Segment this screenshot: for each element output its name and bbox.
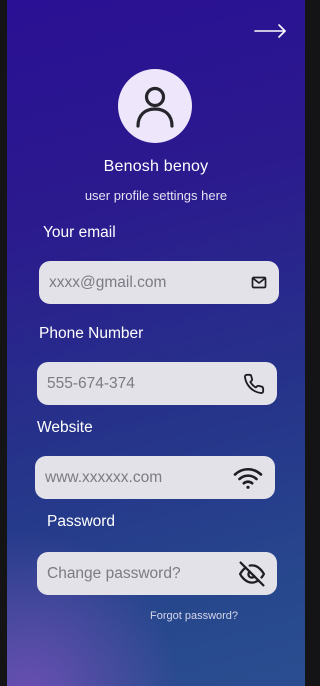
profile-name: Benosh benoy	[103, 158, 209, 175]
website-field[interactable]	[45, 468, 233, 487]
wifi-icon	[233, 466, 263, 490]
website-label: Website	[37, 419, 93, 436]
profile-subtitle: user profile settings here	[84, 188, 228, 203]
email-field-container	[39, 261, 279, 304]
phone-icon	[243, 373, 265, 395]
email-field[interactable]	[49, 273, 251, 292]
phone-label: Phone Number	[39, 325, 144, 342]
password-label: Password	[47, 513, 116, 530]
password-field[interactable]	[47, 564, 239, 583]
mail-icon	[251, 276, 267, 289]
phone-field[interactable]	[47, 374, 243, 393]
user-icon	[136, 86, 174, 128]
profile-settings-panel: Benosh benoy user profile settings here …	[7, 0, 305, 686]
eye-off-icon[interactable]	[239, 560, 265, 587]
password-field-container	[37, 552, 277, 595]
arrow-right-icon[interactable]	[254, 22, 288, 40]
website-field-container	[35, 456, 275, 499]
forgot-password-link[interactable]: Forgot password?	[150, 610, 238, 622]
email-label: Your email	[43, 224, 116, 241]
avatar[interactable]	[118, 69, 192, 143]
phone-field-container	[37, 362, 277, 405]
